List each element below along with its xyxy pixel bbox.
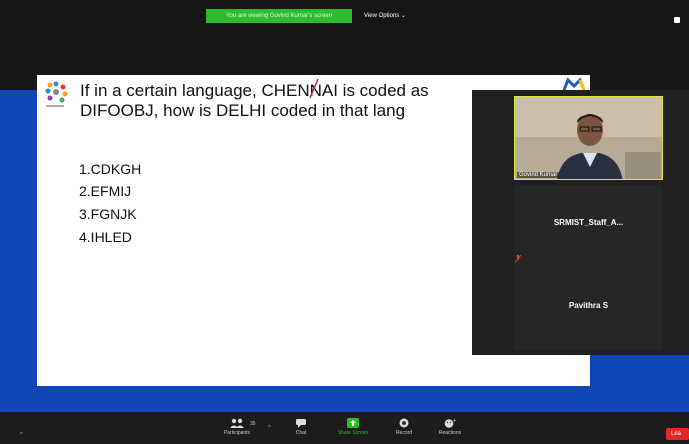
answer-option: 2.EFMIJ: [79, 183, 132, 199]
participant-name: SRMIST_Staff_A...: [553, 218, 624, 227]
share-screen-icon: [347, 418, 359, 428]
chat-icon: [296, 419, 306, 428]
question-line-1: If in a certain language, CHENNAI is cod…: [80, 81, 429, 100]
answer-option: 1.CDKGH: [79, 161, 142, 177]
participants-label: Participants: [223, 430, 251, 436]
reactions-label: Reactions: [438, 430, 462, 436]
annotation-stroke-icon: [309, 78, 319, 99]
muted-mic-icon: [515, 255, 521, 263]
chat-button[interactable]: Chat: [281, 418, 321, 436]
svg-text:+: +: [453, 418, 457, 424]
chevron-up-icon[interactable]: ^: [20, 432, 23, 438]
screen-share-banner: You are viewing Govind Kumar's screen: [206, 9, 352, 23]
participants-options-caret[interactable]: ^: [268, 425, 271, 431]
answer-option: 4.IHLED: [79, 229, 132, 245]
participants-icon: [230, 418, 244, 428]
video-tile-active-speaker[interactable]: Govind Kumar: [514, 96, 663, 180]
chat-label: Chat: [295, 430, 307, 436]
video-participant-name: Govind Kumar: [517, 172, 560, 178]
share-screen-button[interactable]: Share Screen: [333, 418, 373, 436]
view-options-button[interactable]: View Options ⌄: [364, 9, 406, 23]
participant-name: Pavithra S: [568, 301, 609, 310]
record-button[interactable]: Record: [384, 418, 424, 436]
leave-button[interactable]: Lea: [666, 428, 689, 440]
share-screen-label: Share Screen: [337, 430, 369, 436]
participant-tile[interactable]: SRMIST_Staff_A...: [514, 185, 663, 269]
answer-option: 3.FGNJK: [79, 206, 137, 222]
participant-tile[interactable]: Pavithra S: [514, 266, 663, 350]
record-icon: [399, 418, 409, 428]
reactions-button[interactable]: + Reactions: [430, 418, 470, 436]
reactions-icon: +: [444, 418, 456, 428]
participants-count: 35: [250, 421, 256, 427]
brand-logo-icon: [45, 81, 68, 107]
record-label: Record: [395, 430, 413, 436]
question-line-2: DIFOOBJ, how is DELHI coded in that lang: [80, 101, 406, 120]
window-control-icon[interactable]: [674, 17, 680, 23]
speaker-video-icon: [515, 97, 662, 179]
